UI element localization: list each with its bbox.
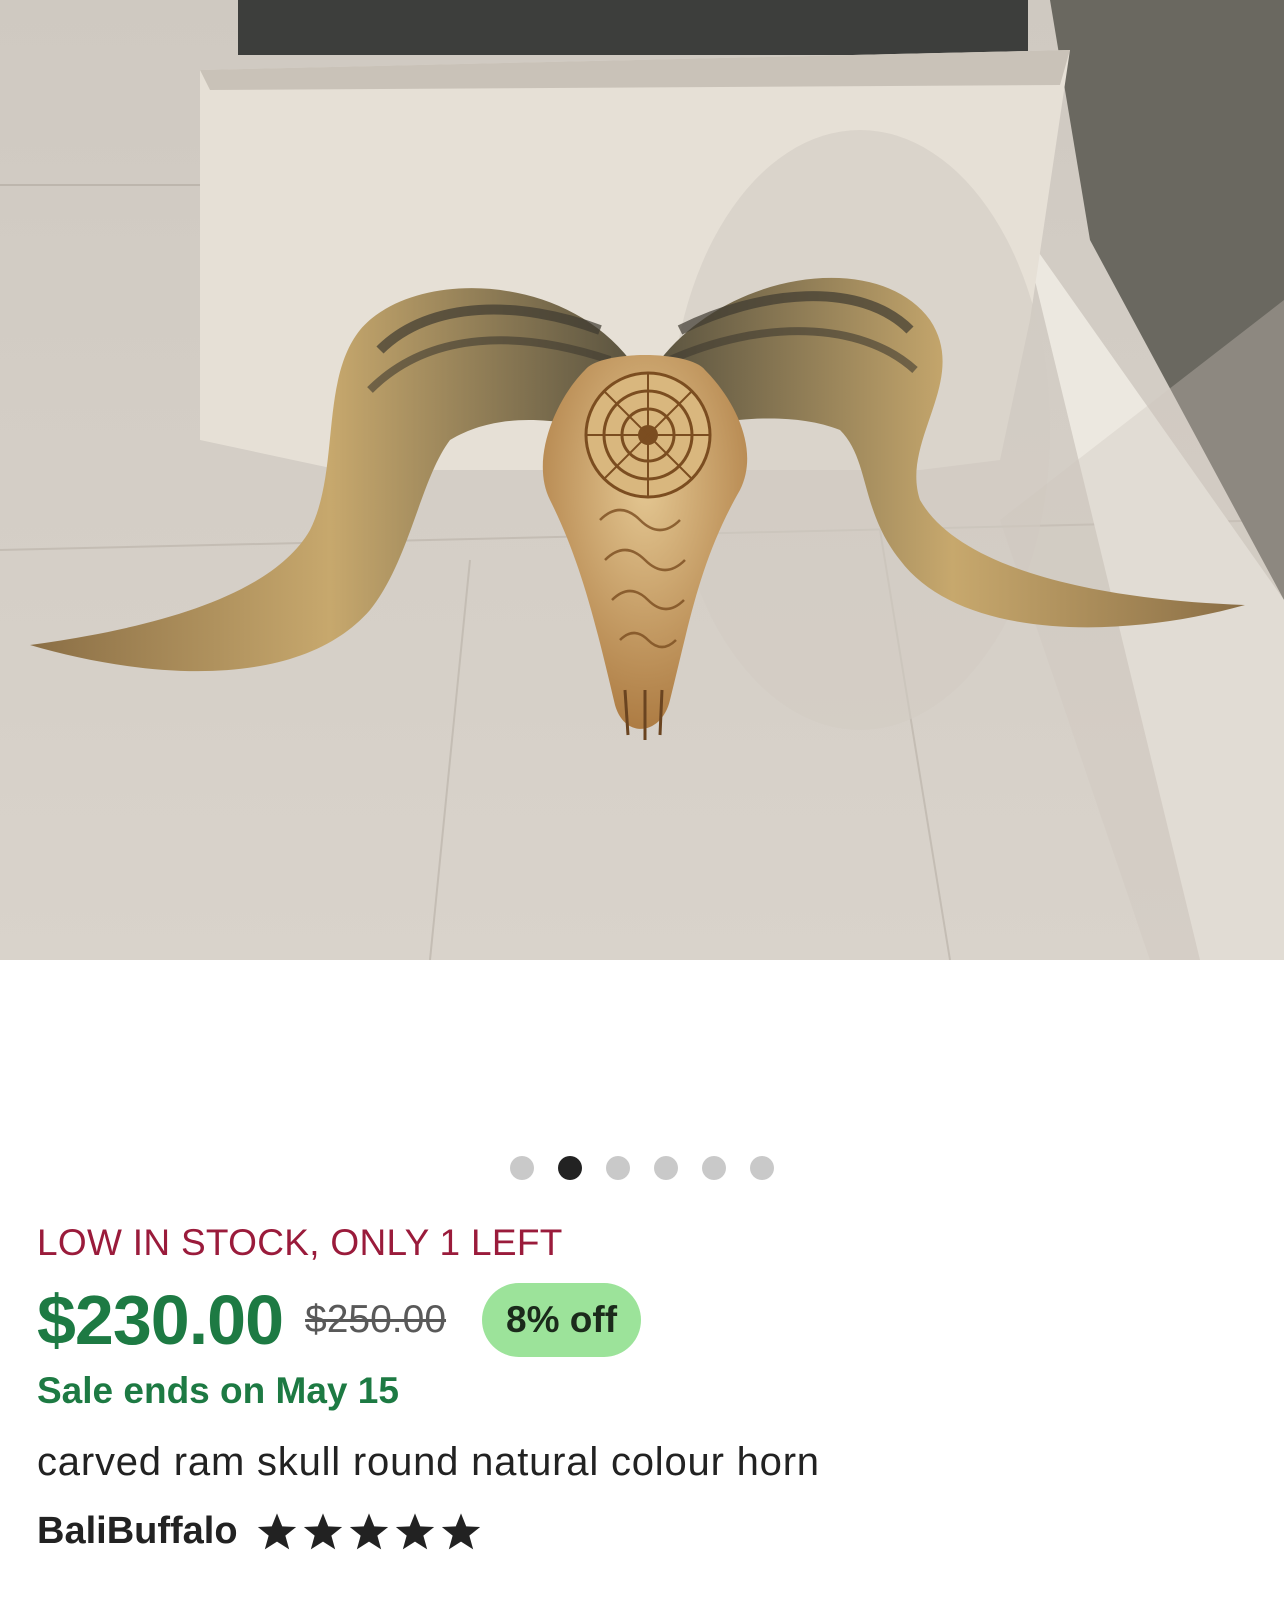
gallery-dot-active[interactable] (558, 1156, 582, 1180)
star-icon (441, 1512, 480, 1549)
gallery-pagination[interactable] (0, 1156, 1284, 1180)
gallery-dot[interactable] (750, 1156, 774, 1180)
star-icon (303, 1512, 342, 1549)
seller-row[interactable]: BaliBuffalo (37, 1510, 482, 1553)
star-icon (395, 1512, 434, 1549)
gallery-dot[interactable] (510, 1156, 534, 1180)
gallery-dot[interactable] (702, 1156, 726, 1180)
ram-skull-photo (0, 0, 1284, 960)
price-row: $230.00 $250.00 8% off (37, 1281, 642, 1359)
star-icon (257, 1512, 296, 1549)
product-image[interactable] (0, 0, 1284, 960)
star-rating (256, 1512, 482, 1552)
sale-price: $230.00 (37, 1281, 284, 1359)
discount-badge: 8% off (482, 1283, 642, 1357)
seller-name[interactable]: BaliBuffalo (37, 1510, 238, 1553)
star-icon (349, 1512, 388, 1549)
sale-end-notice: Sale ends on May 15 (37, 1370, 399, 1411)
stock-notice: LOW IN STOCK, ONLY 1 LEFT (37, 1222, 563, 1263)
gallery-dot[interactable] (654, 1156, 678, 1180)
listing-title: carved ram skull round natural colour ho… (37, 1440, 820, 1484)
original-price: $250.00 (305, 1298, 447, 1341)
gallery-dot[interactable] (606, 1156, 630, 1180)
